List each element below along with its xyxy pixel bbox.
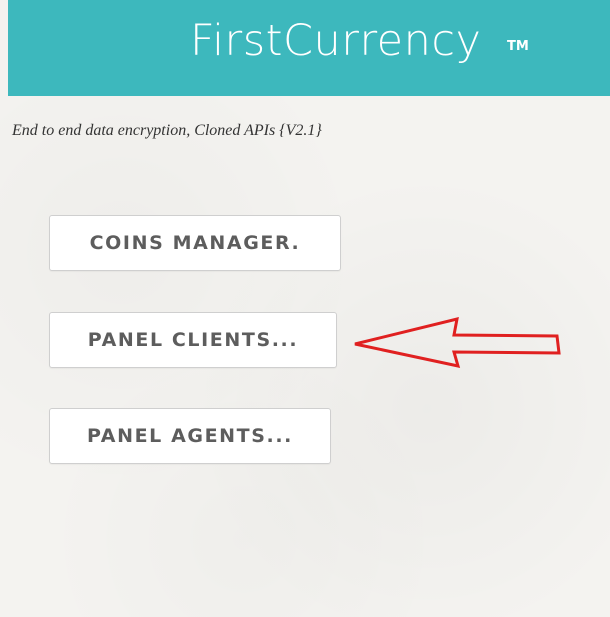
red-arrow-annotation-icon <box>354 316 561 368</box>
page: FirstCurrency TM End to end data encrypt… <box>0 0 610 617</box>
panel-clients-button[interactable]: PANEL CLIENTS... <box>49 312 337 368</box>
coins-manager-button[interactable]: COINS MANAGER. <box>49 215 341 271</box>
tagline: End to end data encryption, Cloned APIs … <box>12 122 322 139</box>
brand-title: FirstCurrency <box>190 16 482 66</box>
coins-manager-label: COINS MANAGER. <box>89 232 301 254</box>
panel-agents-button[interactable]: PANEL AGENTS... <box>49 408 331 464</box>
app-header: FirstCurrency TM <box>8 0 610 96</box>
panel-clients-label: PANEL CLIENTS... <box>87 329 299 351</box>
trademark-mark: TM <box>507 39 529 54</box>
panel-agents-label: PANEL AGENTS... <box>87 425 293 447</box>
